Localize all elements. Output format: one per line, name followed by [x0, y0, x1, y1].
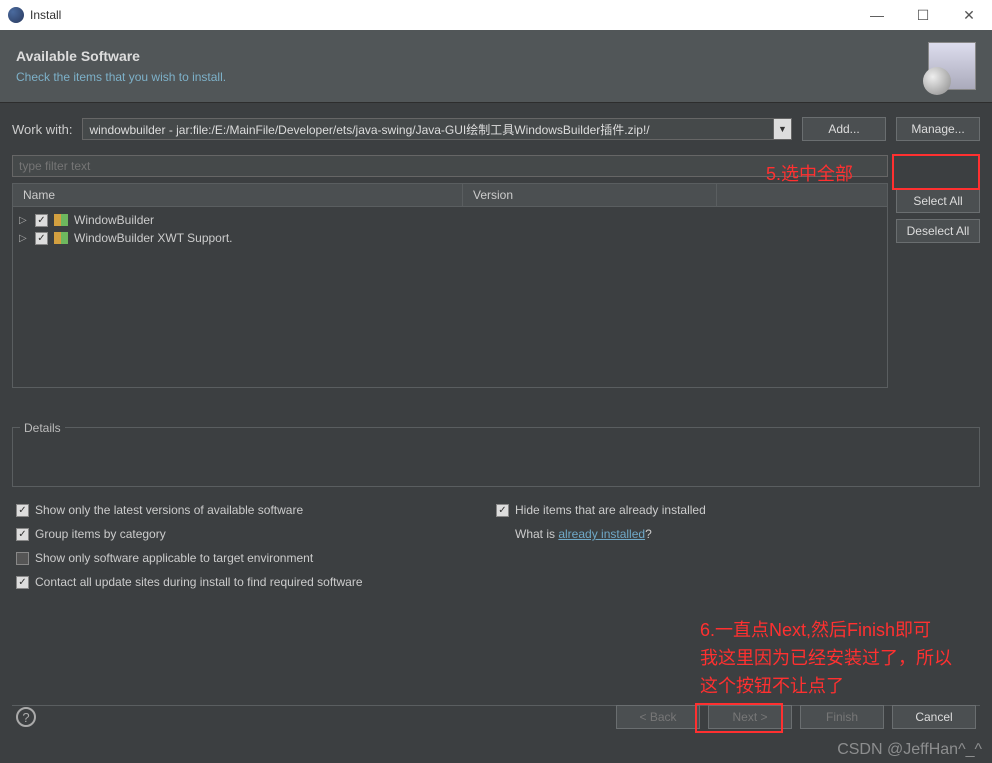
select-all-button[interactable]: Select All — [896, 189, 980, 213]
footer: ? < Back Next > Finish Cancel — [0, 695, 992, 739]
work-with-combo[interactable]: ▼ — [82, 118, 792, 140]
column-name[interactable]: Name — [13, 184, 463, 206]
check-contact[interactable]: ✓ Contact all update sites during instal… — [16, 575, 496, 589]
filter-input[interactable] — [12, 155, 888, 177]
help-icon[interactable]: ? — [16, 707, 36, 727]
checkbox[interactable]: ✓ — [35, 214, 48, 227]
details-box — [12, 427, 980, 487]
details-label: Details — [20, 421, 65, 435]
annotation-6-line2: 我这里因为已经安装过了，所以 — [700, 644, 952, 670]
check-hide[interactable]: ✓ Hide items that are already installed — [496, 503, 976, 517]
feature-icon — [54, 232, 68, 244]
minimize-button[interactable]: — — [854, 0, 900, 30]
manage-button[interactable]: Manage... — [896, 117, 980, 141]
checkbox[interactable]: ✓ — [16, 576, 29, 589]
tree-row[interactable]: ▷ ✓ WindowBuilder XWT Support. — [13, 229, 887, 247]
work-with-input[interactable] — [82, 118, 774, 140]
already-installed-row: What is already installed? — [496, 527, 976, 541]
checkbox[interactable]: ✓ — [16, 528, 29, 541]
column-blank — [717, 184, 887, 206]
work-with-row: Work with: ▼ Add... Manage... — [0, 103, 992, 149]
check-latest[interactable]: ✓ Show only the latest versions of avail… — [16, 503, 496, 517]
next-button: Next > — [708, 705, 792, 729]
app-icon — [8, 7, 24, 23]
already-installed-link[interactable]: already installed — [558, 527, 645, 541]
check-target[interactable]: Show only software applicable to target … — [16, 551, 496, 565]
tree-item-label: WindowBuilder XWT Support. — [74, 231, 233, 245]
header-subtitle: Check the items that you wish to install… — [16, 70, 928, 84]
annotation-6-line1: 6.一直点Next,然后Finish即可 — [700, 616, 931, 642]
checkbox[interactable] — [16, 552, 29, 565]
software-tree[interactable]: Name Version ▷ ✓ WindowBuilder ▷ ✓ Windo… — [12, 183, 888, 388]
tree-row[interactable]: ▷ ✓ WindowBuilder — [13, 211, 887, 229]
deselect-all-button[interactable]: Deselect All — [896, 219, 980, 243]
tree-item-label: WindowBuilder — [74, 213, 154, 227]
column-version[interactable]: Version — [463, 184, 717, 206]
back-button: < Back — [616, 705, 700, 729]
checkbox[interactable]: ✓ — [35, 232, 48, 245]
cancel-button[interactable]: Cancel — [892, 705, 976, 729]
maximize-button[interactable]: ☐ — [900, 0, 946, 30]
titlebar: Install — ☐ ✕ — [0, 0, 992, 30]
combo-dropdown-icon[interactable]: ▼ — [774, 118, 792, 140]
expand-icon[interactable]: ▷ — [19, 233, 29, 244]
close-button[interactable]: ✕ — [946, 0, 992, 30]
header-title: Available Software — [16, 48, 928, 64]
finish-button: Finish — [800, 705, 884, 729]
checkbox[interactable]: ✓ — [496, 504, 509, 517]
feature-icon — [54, 214, 68, 226]
watermark: CSDN @JeffHan^_^ — [837, 741, 982, 759]
checkbox[interactable]: ✓ — [16, 504, 29, 517]
install-icon — [928, 42, 976, 90]
window-title: Install — [30, 8, 854, 22]
add-button[interactable]: Add... — [802, 117, 886, 141]
work-with-label: Work with: — [12, 122, 72, 137]
check-group[interactable]: ✓ Group items by category — [16, 527, 496, 541]
expand-icon[interactable]: ▷ — [19, 215, 29, 226]
dialog-header: Available Software Check the items that … — [0, 30, 992, 103]
